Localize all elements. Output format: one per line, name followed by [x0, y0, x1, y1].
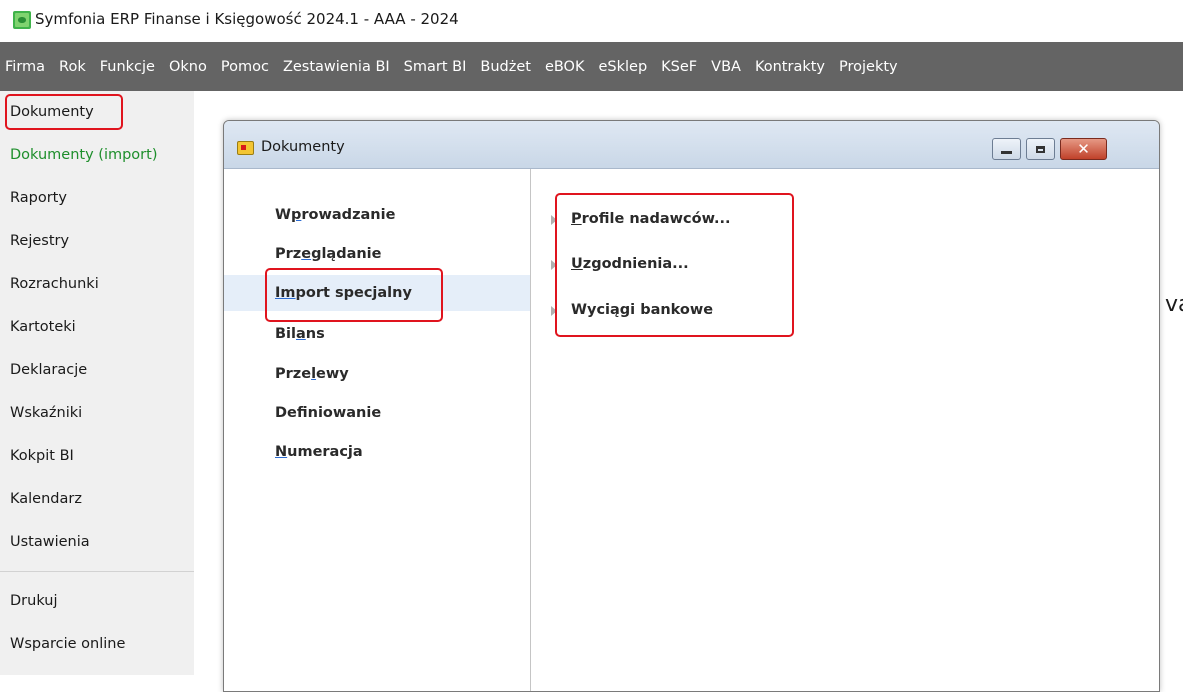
menu-item-przelewy[interactable]: Przelewy	[275, 366, 349, 382]
sidebar-item-raporty[interactable]: Raporty	[10, 190, 67, 206]
right-highlight-frame	[555, 193, 794, 337]
dokumenty-dialog: Dokumenty ✕ Wprowadzanie Przeglądanie Im…	[223, 120, 1160, 692]
column-divider	[530, 169, 531, 691]
sidebar-item-rozrachunki[interactable]: Rozrachunki	[10, 276, 99, 292]
menu-ebok[interactable]: eBOK	[538, 59, 592, 75]
menu-zestawienia-bi[interactable]: Zestawienia BI	[276, 59, 397, 75]
document-arrow-icon	[237, 141, 254, 155]
minimize-icon	[993, 139, 1020, 159]
sidebar-item-kokpit-bi[interactable]: Kokpit BI	[10, 448, 74, 464]
menu-ksef[interactable]: KSeF	[654, 59, 704, 75]
sidebar-item-dokumenty[interactable]: Dokumenty	[10, 104, 94, 120]
close-icon: ✕	[1077, 139, 1090, 158]
menu-item-przegladanie[interactable]: Przeglądanie	[275, 246, 382, 262]
menu-kontrakty[interactable]: Kontrakty	[748, 59, 832, 75]
sidebar-divider	[0, 571, 194, 572]
label-part: W	[275, 207, 291, 223]
menu-projekty[interactable]: Projekty	[832, 59, 905, 75]
maximize-button[interactable]	[1026, 138, 1055, 160]
background-clipped-text: va	[1165, 292, 1183, 317]
minimize-button[interactable]	[992, 138, 1021, 160]
sidebar-item-wsparcie-online[interactable]: Wsparcie online	[10, 636, 125, 652]
menu-item-wprowadzanie[interactable]: Wprowadzanie	[275, 207, 395, 223]
label-part: Prz	[275, 246, 302, 262]
dialog-title: Dokumenty	[261, 139, 345, 155]
sidebar-item-deklaracje[interactable]: Deklaracje	[10, 362, 87, 378]
label-part: rowadzanie	[301, 207, 396, 223]
menu-vba[interactable]: VBA	[704, 59, 748, 75]
symfonia-app-icon	[13, 11, 31, 29]
menu-esklep[interactable]: eSklep	[591, 59, 654, 75]
sidebar-item-rejestry[interactable]: Rejestry	[10, 233, 69, 249]
menu-smart-bi[interactable]: Smart BI	[397, 59, 474, 75]
menu-pomoc[interactable]: Pomoc	[214, 59, 276, 75]
menu-item-bilans[interactable]: Bilans	[275, 326, 325, 342]
accelerator-key: e	[301, 246, 312, 262]
left-highlight-frame	[265, 268, 443, 322]
window-title: Symfonia ERP Finanse i Księgowość 2024.1…	[35, 10, 459, 28]
sidebar-item-kartoteki[interactable]: Kartoteki	[10, 319, 76, 335]
sidebar-item-drukuj[interactable]: Drukuj	[10, 593, 58, 609]
main-menubar: Firma Rok Funkcje Okno Pomoc Zestawienia…	[0, 42, 1183, 91]
menu-rok[interactable]: Rok	[52, 59, 93, 75]
label-part: ewy	[316, 366, 349, 382]
app-titlebar: Symfonia ERP Finanse i Księgowość 2024.1…	[0, 0, 1183, 42]
accelerator-key: p	[291, 207, 302, 223]
menu-budzet[interactable]: Budżet	[473, 59, 538, 75]
sidebar-item-ustawienia[interactable]: Ustawienia	[10, 534, 90, 550]
label-part: glądanie	[311, 246, 382, 262]
label-part: Def	[275, 405, 308, 421]
sidebar-item-wskazniki[interactable]: Wskaźniki	[10, 405, 82, 421]
accelerator-key: N	[275, 444, 288, 460]
dialog-body: Wprowadzanie Przeglądanie Import specjal…	[224, 169, 1159, 691]
close-button[interactable]: ✕	[1060, 138, 1107, 160]
label-part: niowanie	[307, 405, 382, 421]
label-part: umeracja	[287, 444, 363, 460]
label-part: ns	[305, 326, 325, 342]
sidebar-item-dokumenty-import[interactable]: Dokumenty (import)	[10, 147, 157, 163]
sidebar-item-kalendarz[interactable]: Kalendarz	[10, 491, 82, 507]
module-sidebar: Dokumenty Dokumenty (import) Raporty Rej…	[0, 91, 194, 675]
label-part: Bil	[275, 326, 296, 342]
maximize-icon	[1027, 139, 1054, 159]
dialog-titlebar[interactable]: Dokumenty ✕	[224, 121, 1159, 169]
menu-item-definiowanie[interactable]: Definiowanie	[275, 405, 381, 421]
label-part: Prze	[275, 366, 312, 382]
menu-item-numeracja[interactable]: Numeracja	[275, 444, 363, 460]
menu-firma[interactable]: Firma	[2, 59, 52, 75]
menu-okno[interactable]: Okno	[162, 59, 214, 75]
menu-funkcje[interactable]: Funkcje	[93, 59, 162, 75]
accelerator-key: a	[296, 326, 306, 342]
